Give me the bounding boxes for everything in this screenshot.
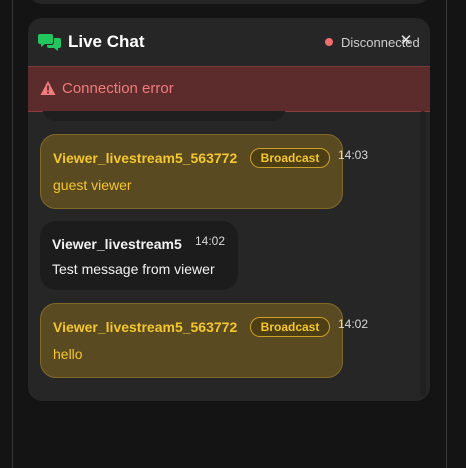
message-username: Viewer_livestream5 <box>52 236 182 252</box>
message-text: Test message from viewer <box>52 261 215 277</box>
message-username: Viewer_livestream5_563772 <box>53 150 238 166</box>
message-time: 14:02 <box>338 317 369 331</box>
close-icon[interactable]: ✕ <box>399 32 413 50</box>
chat-message: Viewer_livestream5_563772 Broadcast 14:0… <box>40 134 368 209</box>
chat-message: Viewer_livestream5 14:02 Test message fr… <box>40 221 238 290</box>
message-scrollbar[interactable] <box>420 111 426 396</box>
error-message: Connection error <box>62 80 174 97</box>
message-time: 14:02 <box>195 234 226 248</box>
previous-message-edge <box>42 111 286 121</box>
right-border <box>446 0 447 468</box>
message-time: 14:03 <box>338 148 369 162</box>
message-text: hello <box>53 346 83 362</box>
connection-status-dot <box>325 38 333 46</box>
left-border <box>12 0 13 468</box>
broadcast-badge: Broadcast <box>250 317 330 337</box>
error-banner: Connection error <box>28 66 430 112</box>
previous-card-edge <box>28 0 430 4</box>
message-text: guest viewer <box>53 177 132 193</box>
chat-message: Viewer_livestream5_563772 Broadcast 14:0… <box>40 303 368 378</box>
live-chat-panel: Live Chat Disconnected ✕ Connection erro… <box>28 18 430 401</box>
warning-triangle-icon <box>40 80 56 96</box>
chat-title: Live Chat <box>68 32 145 51</box>
broadcast-badge: Broadcast <box>250 148 330 168</box>
message-list[interactable]: Viewer_livestream5_563772 Broadcast 14:0… <box>28 111 418 401</box>
chat-header: Live Chat Disconnected ✕ <box>28 18 430 66</box>
chat-bubbles-icon <box>38 33 62 51</box>
message-username: Viewer_livestream5_563772 <box>53 319 238 335</box>
